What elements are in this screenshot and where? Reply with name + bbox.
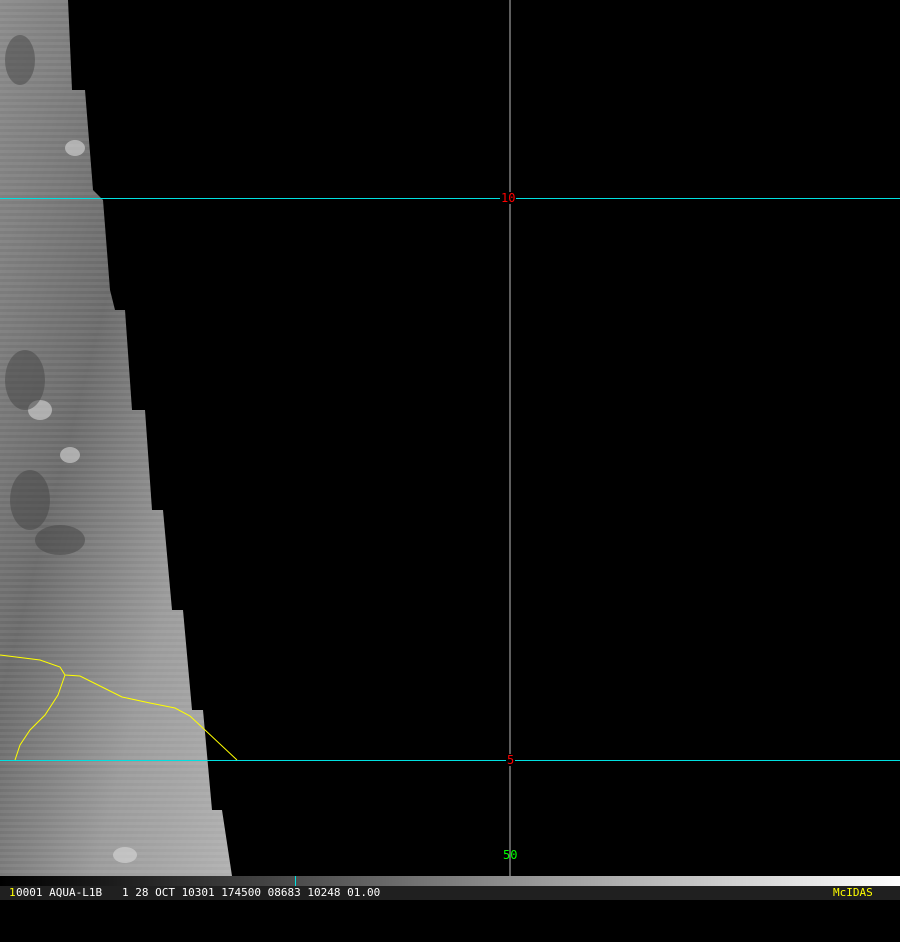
mcidas-brand: McIDAS	[833, 886, 873, 899]
map-canvas	[0, 0, 900, 876]
lat-label-10: 10	[500, 191, 517, 205]
frame-number: 1	[9, 886, 16, 899]
image-info: 0001 AQUA-L1B 1 28 OCT 10301 174500 0868…	[16, 886, 381, 899]
status-bar: 1 0001 AQUA-L1B 1 28 OCT 10301 174500 08…	[0, 886, 900, 900]
color-scale-marker	[295, 876, 296, 886]
color-scale-bar	[0, 876, 900, 886]
satellite-image-display: 10 5 50 1 0001 AQUA-L1B 1 28 OCT 10301 1…	[0, 0, 900, 900]
lat-label-5: 5	[506, 753, 516, 767]
swath-texture	[0, 0, 232, 876]
lon-label-50: 50	[503, 848, 518, 862]
